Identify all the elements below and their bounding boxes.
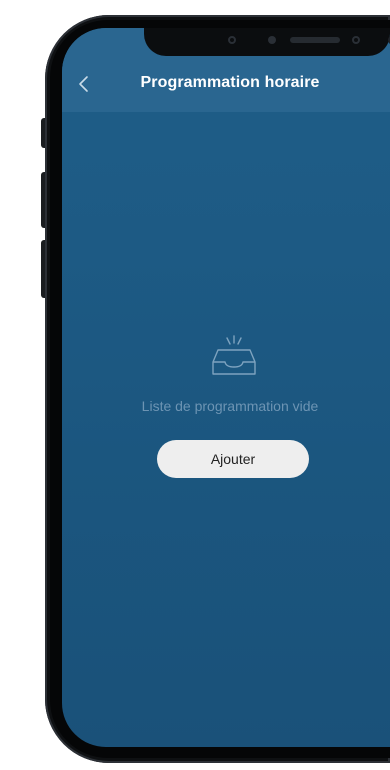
empty-message: Liste de programmation vide <box>141 398 319 414</box>
page-title: Programmation horaire <box>140 74 320 91</box>
device-mockup: Programmation horaire Liste de programma… <box>0 0 390 770</box>
sensor-dot <box>352 36 360 44</box>
app-screen: Programmation horaire Liste de programma… <box>62 28 390 747</box>
notch <box>144 28 390 56</box>
sensor-dot <box>268 36 276 44</box>
empty-inbox-icon <box>212 335 256 375</box>
sensor-dot <box>228 36 236 44</box>
earpiece-speaker <box>290 37 340 43</box>
add-button[interactable]: Ajouter <box>157 440 309 478</box>
